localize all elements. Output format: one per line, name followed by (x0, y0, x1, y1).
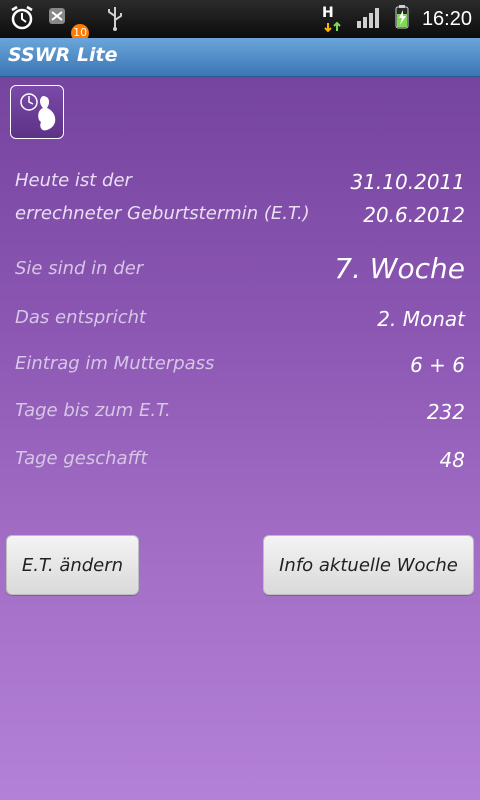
change-due-date-button[interactable]: E.T. ändern (6, 535, 139, 595)
mutterpass-row: Eintrag im Mutterpass 6 + 6 (15, 353, 465, 387)
mutterpass-label: Eintrag im Mutterpass (15, 353, 215, 374)
due-date-row: errechneter Geburtstermin (E.T.) 20.6.20… (15, 203, 465, 237)
week-row: Sie sind in der 7. Woche (15, 252, 465, 292)
month-label: Das entspricht (15, 307, 147, 328)
mutterpass-value: 6 + 6 (410, 353, 465, 377)
days-left-value: 232 (426, 400, 465, 424)
info-current-week-button[interactable]: Info aktuelle Woche (263, 535, 474, 595)
status-left: 10 (8, 4, 125, 42)
days-done-label: Tage geschafft (15, 448, 148, 469)
due-date-value: 20.6.2012 (363, 203, 465, 227)
alarm-clock-icon (8, 4, 36, 36)
pregnancy-app-icon (10, 85, 64, 139)
app-title: SSWR Lite (8, 44, 118, 66)
today-value: 31.10.2011 (350, 170, 465, 194)
week-label: Sie sind in der (15, 258, 144, 279)
pregnant-woman-icon (20, 93, 56, 131)
status-right: H 16:20 (322, 4, 472, 34)
due-date-label: errechneter Geburtstermin (E.T.) (15, 203, 310, 224)
days-left-label: Tage bis zum E.T. (15, 400, 171, 421)
battery-charging-icon (394, 4, 410, 34)
usb-icon (105, 4, 125, 36)
status-bar: 10 H 16:20 (0, 0, 480, 42)
missed-updates-icon: 10 (46, 4, 95, 42)
network-type-icon: H (322, 5, 344, 33)
week-value: 7. Woche (334, 252, 465, 285)
days-done-row: Tage geschafft 48 (15, 448, 465, 482)
clock-time: 16:20 (421, 7, 472, 30)
app-title-bar: SSWR Lite (0, 38, 480, 77)
month-value: 2. Monat (377, 307, 465, 331)
days-left-row: Tage bis zum E.T. 232 (15, 400, 465, 434)
today-label: Heute ist der (15, 170, 132, 191)
signal-strength-icon (356, 5, 382, 33)
today-row: Heute ist der 31.10.2011 (15, 170, 465, 204)
month-row: Das entspricht 2. Monat (15, 307, 465, 341)
days-done-value: 48 (439, 448, 465, 472)
